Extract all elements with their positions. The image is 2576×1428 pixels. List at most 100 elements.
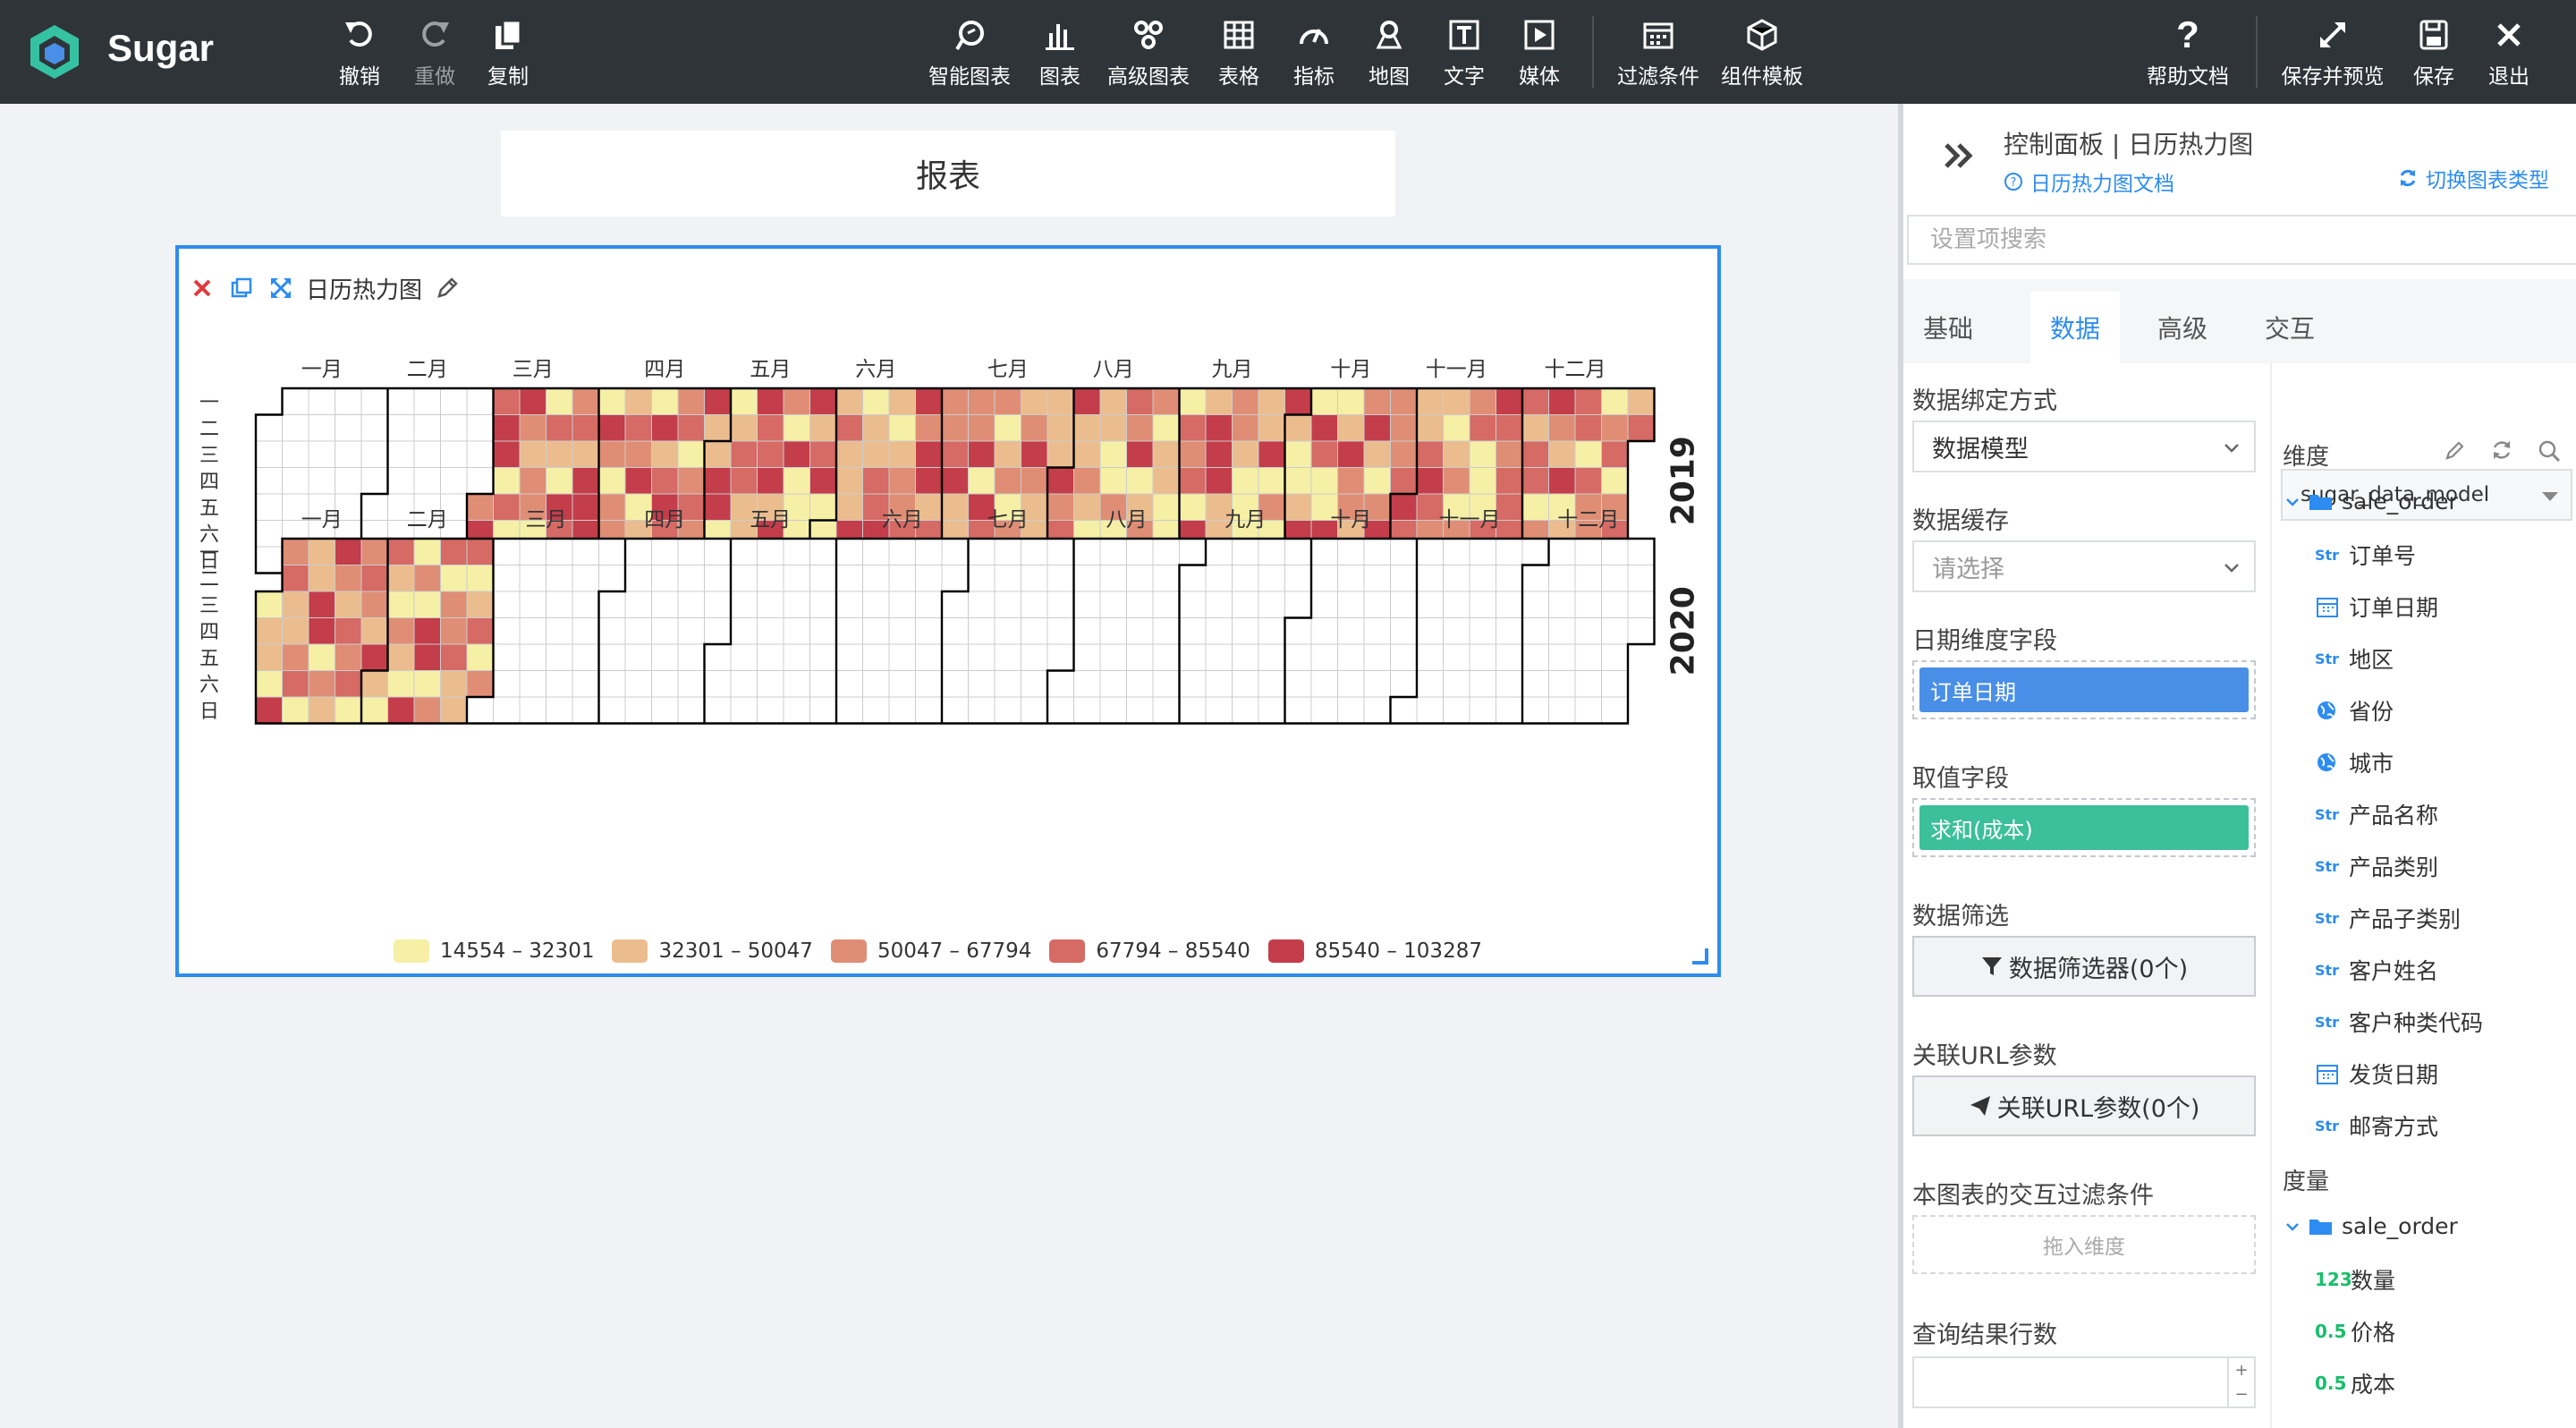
day-cell <box>1337 565 1365 592</box>
dimension-field[interactable]: Str 客户种类代码 <box>2315 1006 2483 1038</box>
day-cell <box>1099 696 1127 724</box>
chart-button[interactable]: 图表 <box>1038 0 1082 104</box>
day-cell <box>493 414 521 442</box>
tab-basic[interactable]: 基础 <box>1903 292 1993 363</box>
legend-item[interactable]: 85540 – 103287 <box>1267 939 1482 963</box>
chart-doc-link[interactable]: ? 日历热力图文档 <box>2004 166 2174 197</box>
calendar-heatmap-widget[interactable]: 日历热力图 一月 二月 三月 四月 五月 六月 七月 八月 九月 十月 十一月 十二月一二三四五六日 2… <box>175 245 1721 977</box>
switch-chart-type-link[interactable]: 切换图表类型 <box>2397 163 2549 193</box>
data-filter-button[interactable]: 数据筛选器(0个) <box>1912 936 2256 997</box>
day-cell <box>360 565 388 592</box>
binding-select[interactable]: 数据模型 <box>1912 421 2256 472</box>
edit-pencil-icon[interactable] <box>2444 438 2467 462</box>
dimension-field[interactable]: Str 客户姓名 <box>2315 954 2438 986</box>
string-type-icon: Str <box>2315 857 2340 875</box>
save-button[interactable]: 保存 <box>2411 0 2456 104</box>
day-cell <box>1574 414 1602 442</box>
measure-field[interactable]: 0.5 价格 <box>2315 1315 2395 1347</box>
dimension-field[interactable]: Str 邮寄方式 <box>2315 1109 2438 1142</box>
day-cell <box>598 538 626 565</box>
text-button[interactable]: 文字 <box>1442 0 1487 104</box>
month-label: 三月 <box>513 358 554 381</box>
day-cell <box>1337 591 1365 618</box>
calendar-type-icon <box>2317 1065 2338 1084</box>
number-stepper[interactable]: + − <box>2227 1358 2254 1407</box>
indicator-button[interactable]: 指标 <box>1292 0 1336 104</box>
refresh-icon[interactable] <box>2490 438 2513 462</box>
date-field-pill[interactable]: 订单日期 <box>1919 667 2249 712</box>
url-param-button[interactable]: 关联URL参数(0个) <box>1912 1075 2256 1136</box>
filter-condition-button[interactable]: 过滤条件 <box>1615 0 1701 104</box>
day-cell <box>1416 643 1444 671</box>
day-cell <box>546 670 573 698</box>
decrement-icon[interactable]: − <box>2234 1385 2248 1404</box>
dimension-field[interactable]: Str 产品名称 <box>2315 798 2438 830</box>
measure-field[interactable]: 0.5 成本 <box>2315 1367 2395 1399</box>
dimension-field[interactable]: Str 地区 <box>2315 642 2394 675</box>
day-cell <box>493 440 521 468</box>
day-cell <box>835 440 863 468</box>
dimension-field[interactable]: 订单日期 <box>2315 591 2438 623</box>
day-cell <box>598 643 626 671</box>
media-button[interactable]: 媒体 <box>1517 0 1562 104</box>
dimension-field[interactable]: 省份 <box>2315 694 2394 727</box>
report-title[interactable]: 报表 <box>501 131 1395 217</box>
string-type-icon: Str <box>2315 650 2340 667</box>
map-button[interactable]: 地图 <box>1367 0 1411 104</box>
undo-button[interactable]: 撤销 <box>336 0 383 104</box>
legend-item[interactable]: 14554 – 32301 <box>394 939 594 963</box>
day-cell <box>387 538 415 565</box>
save-preview-button[interactable]: 保存并预览 <box>2279 0 2386 104</box>
measure-table-folder[interactable]: sale_order <box>2284 1213 2458 1239</box>
day-cell <box>1152 414 1180 442</box>
dimension-field[interactable]: Str 产品类别 <box>2315 850 2438 882</box>
rows-number-input[interactable]: + − <box>1912 1356 2256 1408</box>
play-icon <box>1519 14 1560 55</box>
tab-data[interactable]: 数据 <box>2030 292 2120 363</box>
smart-chart-button[interactable]: 智能图表 <box>927 0 1013 104</box>
day-cell <box>651 670 679 698</box>
resize-handle[interactable] <box>1692 948 1708 965</box>
day-cell <box>1099 617 1127 645</box>
dimension-table-folder[interactable]: sale_order <box>2284 489 2458 514</box>
component-template-button[interactable]: 组件模板 <box>1719 0 1805 104</box>
chevron-down-icon <box>2286 497 2299 506</box>
dimension-field[interactable]: Str 订单号 <box>2315 539 2416 571</box>
date-field-dropzone[interactable]: 订单日期 <box>1912 660 2256 719</box>
cache-select[interactable]: 请选择 <box>1912 540 2256 592</box>
dimension-field[interactable]: Str 产品子类别 <box>2315 902 2461 934</box>
day-cell <box>783 591 810 618</box>
help-doc-button[interactable]: ? 帮助文档 <box>2145 0 2231 104</box>
dimension-field[interactable]: 城市 <box>2315 746 2394 778</box>
day-cell <box>651 538 679 565</box>
table-button[interactable]: 表格 <box>1216 0 1261 104</box>
value-field-pill[interactable]: 求和(成本) <box>1919 805 2249 850</box>
day-cell <box>1126 643 1154 671</box>
day-cell <box>1521 565 1549 592</box>
value-field-dropzone[interactable]: 求和(成本) <box>1912 798 2256 857</box>
redo-button[interactable]: 重做 <box>411 0 458 104</box>
settings-search-input[interactable] <box>1907 215 2576 265</box>
search-icon[interactable] <box>2537 438 2562 463</box>
day-cell <box>387 696 415 724</box>
map-pin-icon <box>1368 14 1410 55</box>
interaction-dropzone[interactable]: 拖入维度 <box>1912 1215 2256 1274</box>
dimension-field[interactable]: 发货日期 <box>2315 1058 2438 1090</box>
increment-icon[interactable]: + <box>2234 1361 2248 1380</box>
day-cell <box>1284 670 1312 698</box>
tab-interaction[interactable]: 交互 <box>2245 292 2334 363</box>
day-cell <box>994 617 1021 645</box>
tab-advanced[interactable]: 高级 <box>2138 292 2227 363</box>
dimension-field-name: 客户种类代码 <box>2349 1010 2484 1036</box>
advanced-chart-button[interactable]: 高级图表 <box>1106 0 1191 104</box>
legend-item[interactable]: 50047 – 67794 <box>830 939 1031 963</box>
copy-button[interactable]: 复制 <box>485 0 531 104</box>
legend-item[interactable]: 67794 – 85540 <box>1049 939 1250 963</box>
day-cell <box>1443 467 1470 495</box>
exit-button[interactable]: 退出 <box>2487 0 2531 104</box>
measure-field[interactable]: 123 数量 <box>2315 1263 2395 1296</box>
legend-item[interactable]: 32301 – 50047 <box>612 939 813 963</box>
collapse-panel-icon[interactable] <box>1941 138 1977 174</box>
day-cell <box>1496 617 1523 645</box>
day-cell <box>1126 387 1154 415</box>
